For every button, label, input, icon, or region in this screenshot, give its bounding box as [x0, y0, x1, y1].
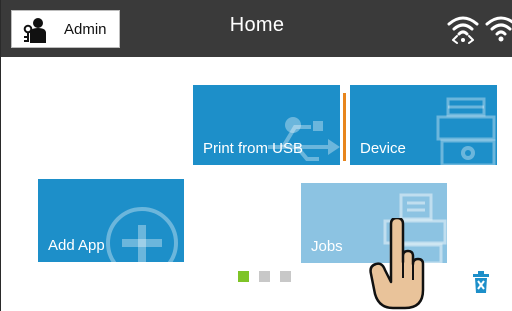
page-dot-2[interactable] — [259, 271, 270, 282]
trash-icon[interactable] — [473, 271, 489, 293]
tile-label-jobs: Jobs — [311, 238, 343, 255]
top-bar: Admin Home — [1, 0, 512, 57]
add-app-tile[interactable]: Add App — [38, 179, 184, 262]
plus-circle-icon — [106, 207, 178, 262]
home-screen: Admin Home Print from USB Device Add App… — [0, 0, 512, 311]
device-tile[interactable]: Device — [350, 85, 497, 165]
wifi-direct-icon[interactable] — [447, 14, 479, 44]
page-title: Home — [229, 14, 285, 36]
page-indicator — [238, 271, 291, 282]
tile-label-device: Device — [360, 140, 406, 157]
tile-divider — [343, 93, 346, 161]
tile-label-add-app: Add App — [48, 237, 105, 254]
printer-settings-icon — [436, 97, 496, 165]
page-dot-3[interactable] — [280, 271, 291, 282]
wifi-icon[interactable] — [485, 14, 512, 44]
tile-label-print-from-usb: Print from USB — [203, 140, 304, 157]
print-from-usb-tile[interactable]: Print from USB — [193, 85, 340, 165]
hand-pointer-icon — [369, 218, 425, 310]
page-dot-1[interactable] — [238, 271, 249, 282]
